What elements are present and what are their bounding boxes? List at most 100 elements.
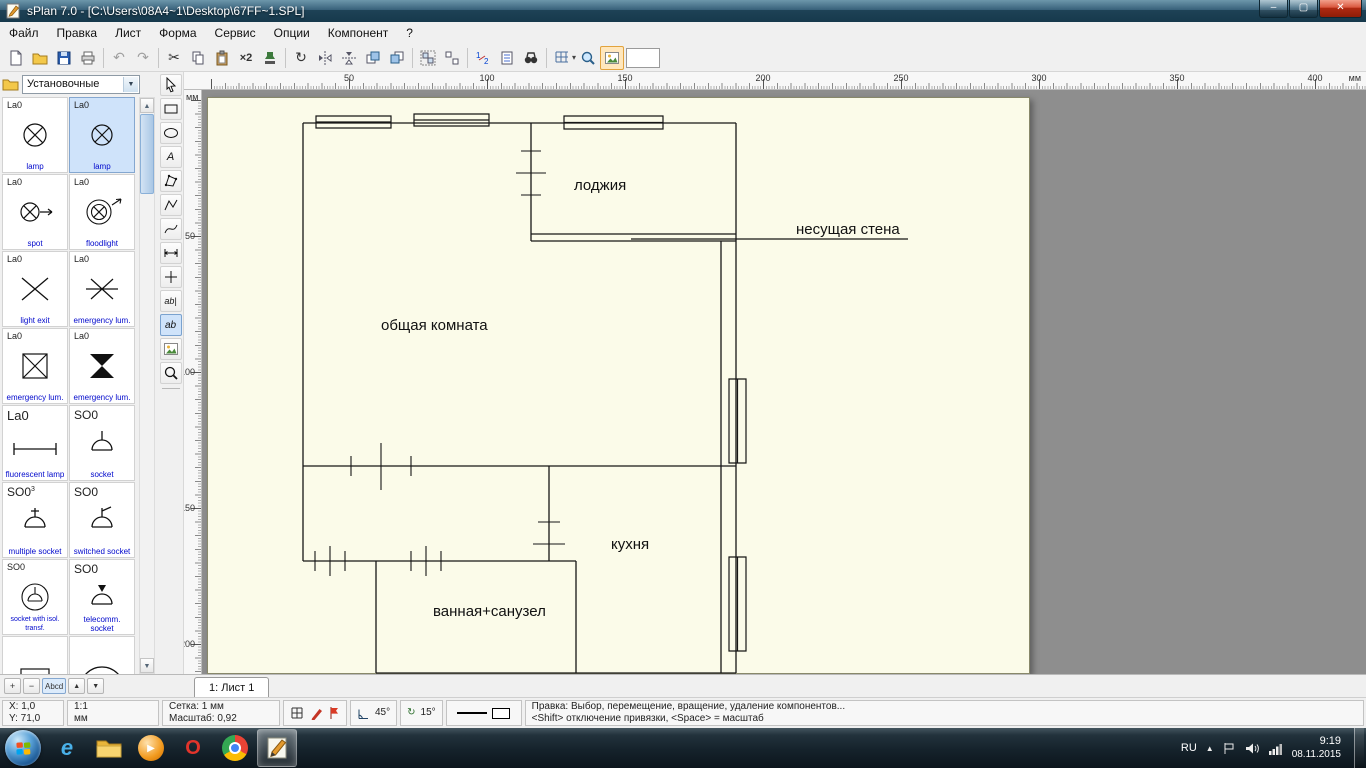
zoom-out-symbols-button[interactable]: − <box>23 678 40 694</box>
line-style-sample[interactable] <box>457 712 487 714</box>
room-label-living[interactable]: общая комната <box>381 317 488 334</box>
cut-button[interactable]: ✂ <box>162 46 186 70</box>
flag-icon[interactable] <box>328 706 340 720</box>
taskbar-explorer[interactable] <box>89 729 129 767</box>
tray-volume-icon[interactable] <box>1245 742 1259 755</box>
zoom-button[interactable] <box>576 46 600 70</box>
minimize-button[interactable]: – <box>1259 0 1288 18</box>
send-back-button[interactable] <box>385 46 409 70</box>
save-button[interactable] <box>52 46 76 70</box>
menu-sheet[interactable]: Лист <box>106 23 150 43</box>
component-fluorescent-lamp[interactable]: La0 fluorescent lamp <box>2 405 68 481</box>
language-indicator[interactable]: RU <box>1181 742 1197 754</box>
zoom-in-symbols-button[interactable]: + <box>4 678 21 694</box>
taskbar-ie[interactable]: e <box>47 729 87 767</box>
mirror-horizontal-button[interactable] <box>313 46 337 70</box>
tab-sheet-1[interactable]: 1: Лист 1 <box>194 677 269 697</box>
menu-help[interactable]: ? <box>397 23 422 43</box>
search-button[interactable] <box>519 46 543 70</box>
rotate-button[interactable]: ↻ <box>289 46 313 70</box>
open-button[interactable] <box>28 46 52 70</box>
taskbar-chrome[interactable] <box>215 729 255 767</box>
tray-flag-icon[interactable] <box>1223 742 1236 755</box>
component-socket[interactable]: SO0 socket <box>69 405 135 481</box>
room-label-loggia[interactable]: лоджия <box>574 177 626 194</box>
close-button[interactable]: ✕ <box>1319 0 1362 18</box>
polyline-tool[interactable] <box>160 194 182 216</box>
component-emergency-lum-1[interactable]: La0 emergency lum. <box>69 251 135 327</box>
menu-form[interactable]: Форма <box>150 23 205 43</box>
rotate-step-panel[interactable]: ↻ 15° <box>400 700 443 726</box>
node-tool[interactable] <box>160 266 182 288</box>
dimension-tool[interactable] <box>160 242 182 264</box>
library-up-button[interactable]: ▲ <box>68 678 85 694</box>
duplicate-button[interactable]: ×2 <box>234 46 258 70</box>
opening-ticks[interactable] <box>315 151 565 576</box>
stamp-button[interactable] <box>258 46 282 70</box>
textbox-tool[interactable]: ab <box>160 314 182 336</box>
scrollbar-thumb[interactable] <box>140 114 154 194</box>
walls[interactable] <box>303 123 736 673</box>
component-emergency-lum-2[interactable]: La0 emergency lum. <box>2 328 68 404</box>
parts-list-button[interactable] <box>495 46 519 70</box>
library-down-button[interactable]: ▼ <box>87 678 104 694</box>
select-tool[interactable] <box>160 74 182 96</box>
renumber-button[interactable]: 1 2 <box>471 46 495 70</box>
image-tool[interactable] <box>160 338 182 360</box>
menu-component[interactable]: Компонент <box>319 23 398 43</box>
text-tool[interactable]: A <box>160 146 182 168</box>
taskbar-opera[interactable]: O <box>173 729 213 767</box>
component-spot[interactable]: La0 spot <box>2 174 68 250</box>
redo-button[interactable]: ↷ <box>131 46 155 70</box>
background-image-button[interactable] <box>600 46 624 70</box>
menu-options[interactable]: Опции <box>265 23 319 43</box>
paste-button[interactable] <box>210 46 234 70</box>
menu-service[interactable]: Сервис <box>206 23 265 43</box>
color-well[interactable] <box>626 48 660 68</box>
component-floodlight[interactable]: La0 floodlight <box>69 174 135 250</box>
scroll-up-button[interactable]: ▲ <box>140 98 154 113</box>
titlebar[interactable]: sPlan 7.0 - [C:\Users\08A4~1\Desktop\67F… <box>0 0 1366 22</box>
maximize-button[interactable]: ▢ <box>1289 0 1318 18</box>
new-button[interactable] <box>4 46 28 70</box>
component-socket-isol-transf[interactable]: SO0 socket with isol. transf. <box>2 559 68 635</box>
room-label-kitchen[interactable]: кухня <box>611 536 649 553</box>
angle-step-panel[interactable]: 45° <box>350 700 397 726</box>
component-partial-2[interactable] <box>69 636 135 674</box>
label-bearing-wall[interactable]: несущая стена <box>796 221 900 238</box>
tray-expand-icon[interactable]: ▲ <box>1206 744 1214 753</box>
component-partial-1[interactable] <box>2 636 68 674</box>
ungroup-button[interactable] <box>440 46 464 70</box>
pen-icon[interactable] <box>309 706 323 720</box>
grid-settings-button[interactable] <box>550 46 574 70</box>
sheet[interactable]: лоджия несущая стена общая комната кухня… <box>207 97 1030 674</box>
library-category-select[interactable]: Установочные ▼ <box>22 75 140 94</box>
ellipse-tool[interactable] <box>160 122 182 144</box>
library-scrollbar[interactable]: ▲ ▼ <box>139 97 155 674</box>
grid-toggle-icon[interactable] <box>290 706 304 720</box>
component-multiple-socket[interactable]: SO03 multiple socket <box>2 482 68 558</box>
floor-plan[interactable]: лоджия несущая стена общая комната кухня… <box>208 98 1031 674</box>
menu-file[interactable]: Файл <box>0 23 48 43</box>
component-emergency-lum-3[interactable]: La0 emergency lum. <box>69 328 135 404</box>
tray-network-icon[interactable] <box>1268 742 1283 755</box>
rectangle-tool[interactable] <box>160 98 182 120</box>
drawing-canvas[interactable]: лоджия несущая стена общая комната кухня… <box>202 90 1366 674</box>
component-lamp[interactable]: La0 lamp <box>2 97 68 173</box>
show-desktop-button[interactable] <box>1354 728 1364 768</box>
group-button[interactable] <box>416 46 440 70</box>
bring-front-button[interactable] <box>361 46 385 70</box>
label-tool[interactable]: ab| <box>160 290 182 312</box>
component-switched-socket[interactable]: SO0 switched socket <box>69 482 135 558</box>
library-folder-icon[interactable] <box>2 77 19 91</box>
polygon-tool[interactable] <box>160 170 182 192</box>
mirror-vertical-button[interactable] <box>337 46 361 70</box>
copy-button[interactable] <box>186 46 210 70</box>
bezier-tool[interactable] <box>160 218 182 240</box>
menu-edit[interactable]: Правка <box>48 23 107 43</box>
abcd-button[interactable]: Abcd <box>42 678 66 694</box>
component-lamp-selected[interactable]: La0 lamp <box>69 97 135 173</box>
select-caret-icon[interactable]: ▼ <box>123 77 138 92</box>
component-light-exit[interactable]: La0 light exit <box>2 251 68 327</box>
taskbar-media-player[interactable]: ▶ <box>131 729 171 767</box>
